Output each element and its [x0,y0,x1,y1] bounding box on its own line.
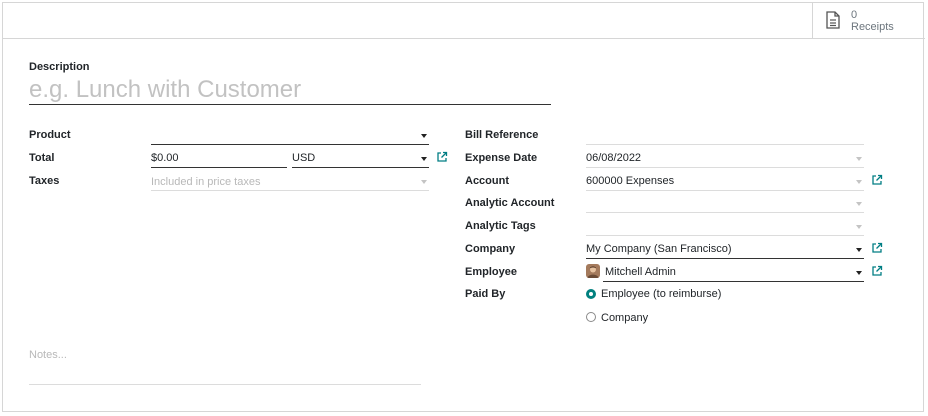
paid-by-label: Paid By [465,288,506,300]
employee-label: Employee [465,266,517,278]
expense-date-underline [586,167,864,168]
external-link-icon[interactable] [871,242,883,254]
expense-date-label: Expense Date [465,152,538,164]
expense-date-input[interactable]: 06/08/2022 [586,151,641,165]
account-underline [586,190,864,191]
caret-down-icon[interactable] [856,202,862,206]
caret-down-icon[interactable] [856,271,862,275]
product-underline [151,144,429,145]
expense-form-sheet: 0 Receipts Description e.g. Lunch with C… [2,2,925,412]
bill-reference-label: Bill Reference [465,129,539,141]
account-label: Account [465,175,509,187]
analytic-account-select[interactable] [586,196,864,212]
receipts-label: Receipts [851,21,894,33]
currency-underline [292,167,429,168]
paid-by-company-radio[interactable] [586,312,596,322]
company-underline [586,258,864,259]
external-link-icon[interactable] [871,174,883,186]
currency-select[interactable]: USD [292,151,315,165]
analytic-account-underline [586,212,864,213]
analytic-tags-label: Analytic Tags [465,220,536,232]
analytic-tags-underline [586,235,864,236]
caret-down-icon[interactable] [421,134,427,138]
company-select[interactable]: My Company (San Francisco) [586,242,732,256]
total-amount-input[interactable]: $0.00 [151,151,179,165]
total-underline [151,167,287,168]
caret-down-icon[interactable] [421,180,427,184]
analytic-account-label: Analytic Account [465,197,555,209]
taxes-label: Taxes [29,175,60,187]
account-select[interactable]: 600000 Expenses [586,174,674,188]
analytic-tags-select[interactable] [586,219,864,235]
notes-underline [29,384,421,385]
paid-by-employee-radio[interactable] [586,289,596,299]
total-label: Total [29,152,55,164]
paid-by-company-label[interactable]: Company [601,311,648,325]
button-box: 0 Receipts [3,3,925,39]
description-label: Description [29,61,90,73]
caret-down-icon[interactable] [856,225,862,229]
receipts-button[interactable]: 0 Receipts [812,3,925,38]
document-icon [826,11,840,29]
caret-down-icon[interactable] [856,180,862,184]
taxes-underline [151,190,429,191]
caret-down-icon[interactable] [421,157,427,161]
product-select[interactable] [151,127,429,145]
caret-down-icon[interactable] [856,157,862,161]
taxes-input[interactable]: Included in price taxes [151,175,260,189]
receipts-count: 0 [851,9,858,21]
paid-by-employee-label[interactable]: Employee (to reimburse) [601,287,721,301]
notes-input[interactable]: Notes... [29,348,67,362]
caret-down-icon[interactable] [856,248,862,252]
product-label: Product [29,129,71,141]
external-link-icon[interactable] [436,151,448,163]
external-link-icon[interactable] [871,265,883,277]
avatar [586,264,600,278]
employee-select[interactable]: Mitchell Admin [605,265,676,279]
bill-reference-input[interactable] [586,127,864,145]
company-label: Company [465,243,516,255]
bill-reference-underline [586,144,864,145]
employee-underline [603,281,864,282]
description-input[interactable]: e.g. Lunch with Customer [29,75,551,105]
